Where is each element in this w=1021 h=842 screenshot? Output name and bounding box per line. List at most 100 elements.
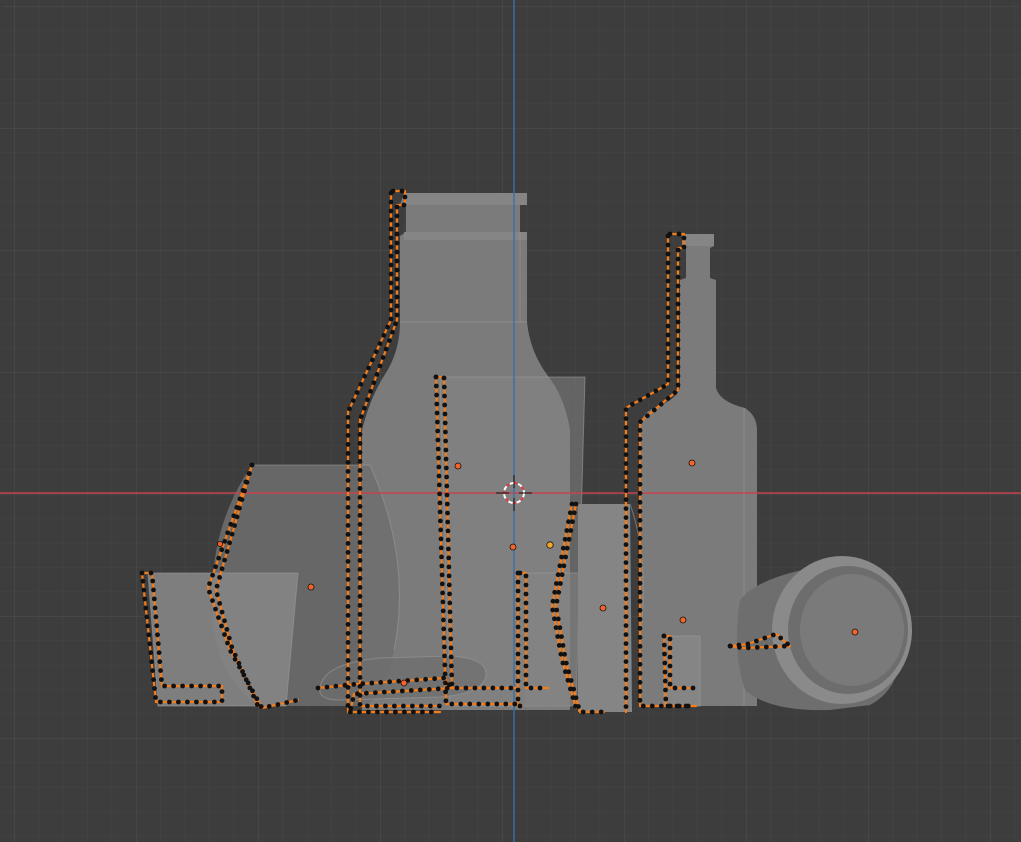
origin-stemless[interactable]	[216, 541, 223, 548]
vertex[interactable]	[441, 617, 446, 623]
vertex[interactable]	[637, 544, 643, 550]
vertex[interactable]	[445, 528, 451, 534]
vertex[interactable]	[251, 693, 256, 699]
vertex[interactable]	[675, 301, 681, 307]
vertex[interactable]	[417, 687, 423, 693]
vertex[interactable]	[436, 473, 442, 479]
vertex[interactable]	[345, 658, 351, 663]
vertex[interactable]	[441, 375, 447, 381]
vertex[interactable]	[667, 654, 673, 660]
vertex[interactable]	[152, 605, 158, 611]
vertex[interactable]	[441, 384, 447, 390]
vertex[interactable]	[345, 505, 351, 510]
vertex[interactable]	[665, 396, 671, 401]
vertex[interactable]	[728, 643, 733, 649]
vertex[interactable]	[623, 443, 629, 448]
vertex[interactable]	[148, 650, 154, 656]
vertex[interactable]	[434, 410, 440, 416]
vertex[interactable]	[222, 632, 227, 637]
vertex[interactable]	[523, 627, 529, 633]
vertex[interactable]	[345, 568, 351, 573]
vertex[interactable]	[458, 701, 464, 707]
vertex[interactable]	[552, 589, 558, 595]
vertex[interactable]	[345, 451, 351, 456]
vertex[interactable]	[435, 446, 441, 452]
vertex[interactable]	[515, 669, 521, 675]
vertex[interactable]	[203, 699, 208, 705]
vertex[interactable]	[388, 244, 394, 250]
vertex[interactable]	[388, 271, 394, 277]
vertex[interactable]	[315, 685, 321, 691]
vertex[interactable]	[357, 639, 363, 644]
vertex[interactable]	[623, 479, 629, 484]
vertex[interactable]	[565, 677, 571, 683]
vertex[interactable]	[357, 675, 363, 680]
vertex[interactable]	[240, 669, 245, 674]
vertex[interactable]	[435, 686, 441, 692]
vertex[interactable]	[226, 635, 232, 641]
vertex[interactable]	[662, 660, 668, 666]
vertex[interactable]	[149, 659, 155, 665]
vertex[interactable]	[675, 310, 681, 316]
vertex[interactable]	[515, 687, 521, 693]
vertex[interactable]	[675, 346, 681, 352]
vertex[interactable]	[410, 703, 415, 709]
vertex[interactable]	[552, 616, 557, 622]
vertex[interactable]	[345, 667, 351, 672]
vertex[interactable]	[745, 645, 751, 651]
origin-active[interactable]	[546, 541, 554, 549]
vertex[interactable]	[387, 679, 393, 685]
vertex[interactable]	[598, 709, 604, 715]
vertex[interactable]	[155, 632, 160, 638]
vertex[interactable]	[365, 397, 370, 403]
vertex[interactable]	[357, 648, 363, 653]
vertex[interactable]	[557, 563, 563, 569]
vertex[interactable]	[357, 549, 363, 554]
vertex[interactable]	[630, 401, 635, 407]
vertex[interactable]	[537, 685, 543, 691]
vertex[interactable]	[447, 609, 453, 615]
vertex[interactable]	[229, 531, 235, 537]
vertex[interactable]	[345, 613, 351, 618]
vertex[interactable]	[447, 618, 453, 624]
vertex[interactable]	[690, 685, 696, 691]
vertex[interactable]	[623, 542, 629, 547]
vertex[interactable]	[444, 501, 450, 507]
vertex[interactable]	[637, 436, 643, 442]
vertex[interactable]	[663, 687, 668, 693]
vertex[interactable]	[388, 190, 394, 196]
vertex[interactable]	[623, 551, 629, 556]
vertex[interactable]	[637, 499, 643, 505]
vertex[interactable]	[381, 689, 387, 695]
vertex[interactable]	[423, 676, 428, 682]
vertex[interactable]	[638, 419, 643, 424]
vertex[interactable]	[266, 704, 272, 709]
vertex[interactable]	[275, 702, 281, 707]
vertex[interactable]	[293, 698, 298, 703]
vertex[interactable]	[672, 685, 678, 691]
vertex[interactable]	[550, 598, 556, 604]
vertex[interactable]	[357, 702, 363, 707]
vertex[interactable]	[139, 570, 145, 576]
vertex[interactable]	[219, 689, 225, 694]
vertex[interactable]	[357, 486, 363, 491]
vertex[interactable]	[448, 627, 453, 633]
vertex[interactable]	[388, 298, 394, 304]
vertex[interactable]	[394, 303, 400, 309]
vertex[interactable]	[463, 685, 469, 691]
vertex[interactable]	[623, 470, 629, 475]
vertex[interactable]	[563, 669, 568, 675]
vertex[interactable]	[448, 654, 454, 660]
vertex[interactable]	[213, 564, 219, 570]
vertex[interactable]	[357, 540, 363, 545]
vertex[interactable]	[176, 699, 181, 705]
vertex[interactable]	[185, 699, 190, 705]
vertex[interactable]	[345, 514, 351, 519]
vertex[interactable]	[441, 626, 447, 632]
vertex[interactable]	[236, 660, 242, 666]
vertex[interactable]	[448, 636, 454, 642]
vertex[interactable]	[623, 569, 629, 574]
vertex[interactable]	[623, 515, 629, 520]
vertex[interactable]	[388, 217, 394, 223]
vertex[interactable]	[388, 235, 394, 241]
